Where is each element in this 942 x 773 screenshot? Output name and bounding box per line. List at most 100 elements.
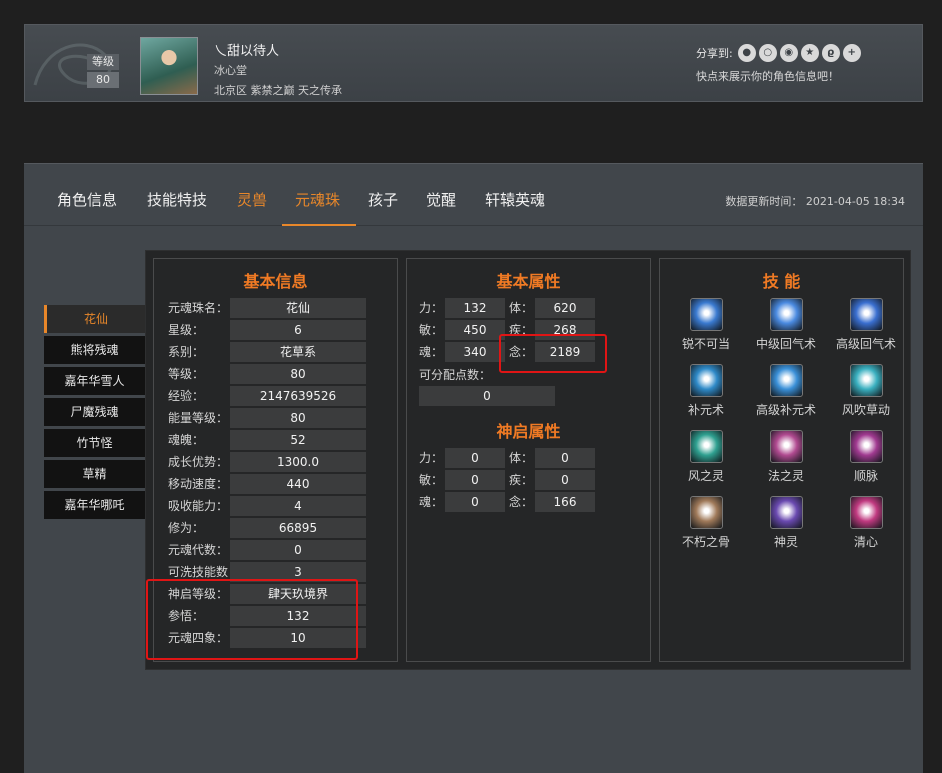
star-icon[interactable]: ★ bbox=[800, 44, 819, 62]
info-value: 4 bbox=[230, 496, 366, 516]
guild-name: 冰心堂 bbox=[214, 64, 247, 77]
active-tab-indicator bbox=[282, 224, 356, 226]
main-panel: 角色信息 技能特技 灵兽 元魂珠 孩子 觉醒 轩辕英魂 数据更新时间： 2021… bbox=[24, 163, 923, 773]
skill-item[interactable]: 清心 bbox=[828, 496, 904, 550]
info-value: 80 bbox=[230, 364, 366, 384]
info-value: 6 bbox=[230, 320, 366, 340]
skill-name: 风之灵 bbox=[687, 469, 724, 483]
skill-name: 顺脉 bbox=[853, 469, 878, 483]
skill-name: 中级回气术 bbox=[755, 337, 816, 351]
attr-value: 0 bbox=[535, 470, 595, 490]
attr-key: 魂： bbox=[419, 495, 444, 509]
skill-item[interactable]: 补元术 bbox=[668, 364, 744, 418]
attr-value: 0 bbox=[445, 492, 505, 512]
water-icon bbox=[689, 364, 723, 397]
tab-skills[interactable]: 技能特技 bbox=[147, 189, 207, 210]
basic-attr-title: 基本属性 bbox=[496, 272, 561, 291]
attr-value: 620 bbox=[535, 298, 595, 318]
attr-value: 340 bbox=[445, 342, 505, 362]
update-time: 数据更新时间： 2021-04-05 18:34 bbox=[725, 195, 905, 208]
free-points-label: 可分配点数： bbox=[419, 368, 492, 382]
attr-key: 体： bbox=[509, 301, 534, 315]
info-key: 参悟： bbox=[168, 609, 205, 623]
info-value: 3 bbox=[230, 562, 366, 582]
star-rune-icon bbox=[769, 430, 803, 463]
attr-value: 0 bbox=[445, 470, 505, 490]
tab-children[interactable]: 孩子 bbox=[368, 189, 398, 210]
sidebar-item-xiongjiang[interactable]: 熊将残魂 bbox=[44, 336, 145, 364]
tab-bar: 角色信息 技能特技 灵兽 元魂珠 孩子 觉醒 轩辕英魂 数据更新时间： 2021… bbox=[24, 164, 923, 226]
weibo-icon[interactable]: ◉ bbox=[779, 44, 798, 62]
basic-info-panel: 基本信息 元魂珠名： 花仙 星级： 6 系别： 花草系 等级： 80 经验： 2147639526… bbox=[153, 258, 398, 662]
water-icon bbox=[769, 364, 803, 397]
shenqi-attr-title: 神启属性 bbox=[496, 422, 561, 441]
info-value: 52 bbox=[230, 430, 366, 450]
attr-key: 敏： bbox=[419, 473, 444, 487]
info-key: 吸收能力： bbox=[168, 499, 229, 513]
attr-value: 0 bbox=[445, 448, 505, 468]
skill-name: 风吹草动 bbox=[841, 403, 890, 417]
skill-name: 法之灵 bbox=[767, 469, 804, 483]
skill-name: 补元术 bbox=[687, 403, 724, 417]
character-name: 乀甜以待人 bbox=[214, 44, 280, 59]
info-key: 元魂四象： bbox=[168, 631, 229, 645]
skill-item[interactable]: 中级回气术 bbox=[748, 298, 824, 352]
renren-icon[interactable]: ϱ bbox=[821, 44, 840, 62]
skill-item[interactable]: 法之灵 bbox=[748, 430, 824, 484]
qzone-icon[interactable]: ○ bbox=[758, 44, 777, 62]
info-value: 1300.0 bbox=[230, 452, 366, 472]
sidebar-item-caojing[interactable]: 草精 bbox=[44, 460, 145, 488]
attr-key: 力： bbox=[419, 301, 444, 315]
info-value: 花仙 bbox=[230, 298, 366, 318]
wind-icon bbox=[849, 364, 883, 397]
info-key: 移动速度： bbox=[168, 477, 229, 491]
wechat-icon[interactable]: ● bbox=[737, 44, 756, 62]
info-key: 经验： bbox=[168, 389, 205, 403]
info-key: 星级： bbox=[168, 323, 205, 337]
tab-pet[interactable]: 灵兽 bbox=[237, 189, 267, 210]
attr-key: 敏： bbox=[419, 323, 444, 337]
attr-key: 疾： bbox=[509, 473, 534, 487]
basic-info-title: 基本信息 bbox=[243, 272, 308, 291]
avatar bbox=[140, 37, 198, 95]
attr-value: 132 bbox=[445, 298, 505, 318]
sidebar-item-snowman[interactable]: 嘉年华雪人 bbox=[44, 367, 145, 395]
spiral-icon bbox=[689, 430, 723, 463]
skill-item[interactable]: 顺脉 bbox=[828, 430, 904, 484]
server-name: 北京区 紫禁之巅 天之传承 bbox=[214, 84, 342, 97]
skill-item[interactable]: 神灵 bbox=[748, 496, 824, 550]
skill-item[interactable]: 高级补元术 bbox=[748, 364, 824, 418]
sidebar-item-zhujie[interactable]: 竹节怪 bbox=[44, 429, 145, 457]
skill-item[interactable]: 风吹草动 bbox=[828, 364, 904, 418]
attr-value: 268 bbox=[535, 320, 595, 340]
sidebar-item-nezha[interactable]: 嘉年华哪吒 bbox=[44, 491, 145, 519]
skill-item[interactable]: 不朽之骨 bbox=[668, 496, 744, 550]
skill-item[interactable]: 风之灵 bbox=[668, 430, 744, 484]
profile-header: 等级 80 乀甜以待人 冰心堂 北京区 紫禁之巅 天之传承 分享到: ● ○ ◉… bbox=[24, 24, 923, 102]
info-key: 魂魄： bbox=[168, 433, 205, 447]
swirl-icon bbox=[849, 298, 883, 331]
tab-hero-soul[interactable]: 轩辕英魂 bbox=[485, 189, 545, 210]
tab-character-info[interactable]: 角色信息 bbox=[57, 189, 117, 210]
share-bar: 分享到: ● ○ ◉ ★ ϱ + bbox=[696, 44, 861, 62]
tab-awaken[interactable]: 觉醒 bbox=[426, 189, 456, 210]
level-box: 等级 80 bbox=[87, 54, 119, 88]
level-value: 80 bbox=[87, 72, 119, 88]
skill-item[interactable]: 锐不可当 bbox=[668, 298, 744, 352]
skill-item[interactable]: 高级回气术 bbox=[828, 298, 904, 352]
info-value: 0 bbox=[230, 540, 366, 560]
sidebar-item-shimo[interactable]: 尸魔残魂 bbox=[44, 398, 145, 426]
plus-icon[interactable]: + bbox=[842, 44, 861, 62]
attr-value: 2189 bbox=[535, 342, 595, 362]
sidebar-item-huaxian[interactable]: 花仙 bbox=[44, 305, 145, 333]
info-value: 花草系 bbox=[230, 342, 366, 362]
info-value: 66895 bbox=[230, 518, 366, 538]
info-key: 系别： bbox=[168, 345, 205, 359]
tab-soul-orb[interactable]: 元魂珠 bbox=[295, 189, 340, 210]
info-key: 修为： bbox=[168, 521, 205, 535]
share-tip: 快点来展示你的角色信息吧！ bbox=[696, 70, 839, 83]
skills-panel: 技 能 锐不可当 中级回气术 高级回气术 补元术 高级补元术 风吹草动 风之灵 法之灵 顺脉 不朽… bbox=[659, 258, 904, 662]
info-value: 132 bbox=[230, 606, 366, 626]
info-key: 等级： bbox=[168, 367, 205, 381]
attr-value: 0 bbox=[535, 448, 595, 468]
